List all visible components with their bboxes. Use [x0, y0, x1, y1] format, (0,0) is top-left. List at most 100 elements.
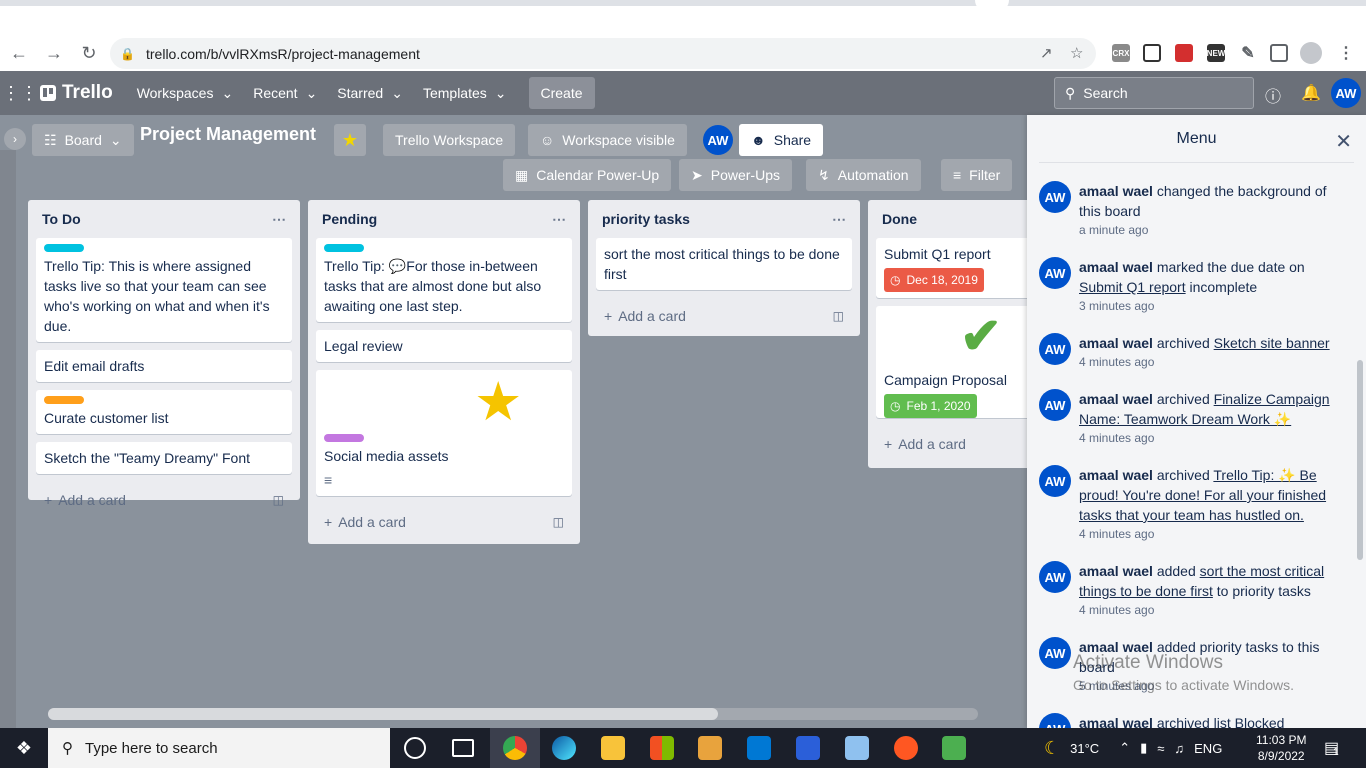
filter-button[interactable]: ≡ Filter — [941, 159, 1013, 191]
list-title[interactable]: Done — [882, 211, 917, 227]
forward-icon[interactable]: → — [38, 38, 70, 70]
side-panel-icon[interactable] — [1270, 44, 1288, 62]
notification-icon[interactable]: ▤ 1 — [1324, 728, 1339, 768]
avatar[interactable]: AW — [1039, 389, 1071, 421]
activity-link[interactable]: Submit Q1 report — [1079, 279, 1186, 295]
board-view-switcher[interactable]: ☷ Board ⌄ — [32, 124, 134, 156]
share-button[interactable]: ☻ Share — [739, 124, 824, 156]
activity-time[interactable]: 4 minutes ago — [1079, 603, 1339, 617]
search-input[interactable]: ⚲ Search — [1054, 77, 1254, 109]
workspaces-menu[interactable]: Workspaces ⌄ — [127, 77, 244, 109]
avatar[interactable]: AW — [1039, 257, 1071, 289]
media-player-icon[interactable] — [698, 736, 722, 760]
taskbar-search-input[interactable]: ⚲ Type here to search — [48, 728, 390, 768]
crx-extension-icon[interactable]: CRX — [1112, 44, 1130, 62]
powerups-button[interactable]: ➤ Power-Ups — [679, 159, 792, 191]
user-avatar[interactable]: AW — [1331, 78, 1361, 108]
cube-app-icon[interactable] — [845, 736, 869, 760]
browser-app-icon[interactable] — [894, 736, 918, 760]
avatar[interactable]: AW — [1039, 465, 1071, 497]
avatar[interactable]: AW — [1039, 181, 1071, 213]
automation-button[interactable]: ↯ Automation — [806, 159, 921, 191]
activity-time[interactable]: 4 minutes ago — [1079, 527, 1339, 541]
card-template-icon[interactable]: ◫ — [833, 309, 844, 323]
activity-time[interactable]: 4 minutes ago — [1079, 355, 1330, 369]
windows-start-icon[interactable]: ❖ — [0, 728, 48, 768]
moon-weather-icon[interactable]: ☾ — [1044, 738, 1060, 759]
trello-logo[interactable]: Trello — [40, 82, 113, 104]
mail-icon[interactable] — [747, 736, 771, 760]
activity-time[interactable]: 4 minutes ago — [1079, 431, 1339, 445]
activity-time[interactable]: a minute ago — [1079, 223, 1339, 237]
task-view-icon[interactable] — [452, 739, 474, 757]
member-avatar[interactable]: AW — [703, 125, 733, 155]
starred-menu[interactable]: Starred ⌄ — [327, 77, 413, 109]
profile-icon[interactable] — [1300, 42, 1322, 64]
kebab-menu-icon[interactable]: ⋮ — [1337, 44, 1355, 62]
expand-sidebar-icon[interactable]: › — [4, 128, 26, 150]
battery-icon[interactable]: ▮ — [1140, 740, 1147, 756]
add-card-button[interactable]: + Add a card ◫ — [316, 504, 572, 540]
tray-chevron-icon[interactable]: ⌃ — [1119, 740, 1130, 756]
list-card[interactable]: Legal review — [316, 330, 572, 362]
avatar[interactable]: AW — [1039, 333, 1071, 365]
avatar[interactable]: AW — [1039, 561, 1071, 593]
list-title[interactable]: To Do — [42, 211, 81, 227]
visibility-button[interactable]: ☺ Workspace visible — [528, 124, 687, 156]
add-card-button[interactable]: + Add a card ◫ — [596, 298, 852, 334]
activity-user[interactable]: amaal wael — [1079, 391, 1153, 407]
list-card[interactable]: Trello Tip: 💬For those in-between tasks … — [316, 238, 572, 322]
file-explorer-icon[interactable] — [601, 736, 625, 760]
list-card[interactable]: sort the most critical things to be done… — [596, 238, 852, 290]
list-header[interactable]: Pending ⋯ — [316, 200, 572, 238]
close-icon[interactable]: ✕ — [1335, 129, 1352, 154]
weather-temp[interactable]: 31°C — [1070, 741, 1099, 756]
board-title[interactable]: Project Management — [140, 124, 316, 145]
list-title[interactable]: Pending — [322, 211, 377, 227]
volume-icon[interactable]: ♫ — [1174, 741, 1184, 756]
cortana-icon[interactable] — [404, 737, 426, 759]
activity-user[interactable]: amaal wael — [1079, 715, 1153, 728]
reload-icon[interactable]: ↻ — [73, 38, 105, 70]
menu-scrollbar[interactable] — [1357, 360, 1363, 560]
clock[interactable]: 11:03 PM 8/9/2022 — [1256, 728, 1306, 768]
activity-time[interactable]: 3 minutes ago — [1079, 299, 1339, 313]
due-date-badge[interactable]: ◷ Feb 1, 2020 — [884, 394, 977, 418]
star-board-icon[interactable]: ★ — [334, 124, 366, 156]
bookmark-star-icon[interactable]: ☆ — [1070, 44, 1083, 62]
templates-menu[interactable]: Templates ⌄ — [413, 77, 517, 109]
bell-icon[interactable]: 🔔 — [1301, 83, 1321, 103]
calendar-powerup-button[interactable]: ▦ Calendar Power-Up — [503, 159, 672, 191]
list-menu-icon[interactable]: ⋯ — [832, 211, 846, 228]
board-horizontal-scrollbar[interactable] — [48, 708, 978, 720]
language-indicator[interactable]: ENG — [1194, 741, 1222, 756]
list-menu-icon[interactable]: ⋯ — [272, 211, 286, 228]
list-card[interactable]: Sketch the "Teamy Dreamy" Font — [36, 442, 292, 474]
scrollbar-thumb[interactable] — [48, 708, 718, 720]
store-icon[interactable] — [650, 736, 674, 760]
screenshot-extension-icon[interactable] — [1143, 44, 1161, 62]
new-extension-icon[interactable]: NEW — [1207, 44, 1225, 62]
list-card[interactable]: ★ Social media assets ≡ — [316, 370, 572, 496]
avatar[interactable]: AW — [1039, 637, 1071, 669]
list-card[interactable]: Edit email drafts — [36, 350, 292, 382]
add-card-button[interactable]: + Add a card ◫ — [36, 482, 292, 518]
list-header[interactable]: priority tasks ⋯ — [596, 200, 852, 238]
card-template-icon[interactable]: ◫ — [553, 515, 564, 529]
puzzle-extensions-icon[interactable]: ✎ — [1239, 44, 1257, 62]
chrome-icon[interactable] — [503, 736, 527, 760]
activity-user[interactable]: amaal wael — [1079, 467, 1153, 483]
wifi-icon[interactable]: ≈ — [1157, 741, 1164, 756]
list-card[interactable]: Curate customer list — [36, 390, 292, 434]
activity-user[interactable]: amaal wael — [1079, 259, 1153, 275]
activity-user[interactable]: amaal wael — [1079, 183, 1153, 199]
share-page-icon[interactable]: ↗ — [1040, 44, 1053, 62]
card-template-icon[interactable]: ◫ — [273, 493, 284, 507]
list-title[interactable]: priority tasks — [602, 211, 690, 227]
due-date-badge[interactable]: ◷ Dec 18, 2019 — [884, 268, 984, 292]
edge-icon[interactable] — [552, 736, 576, 760]
list-card[interactable]: Trello Tip: This is where assigned tasks… — [36, 238, 292, 342]
apps-grid-icon[interactable]: ⋮⋮ — [0, 83, 40, 104]
vpn-icon[interactable] — [796, 736, 820, 760]
list-header[interactable]: To Do ⋯ — [36, 200, 292, 238]
